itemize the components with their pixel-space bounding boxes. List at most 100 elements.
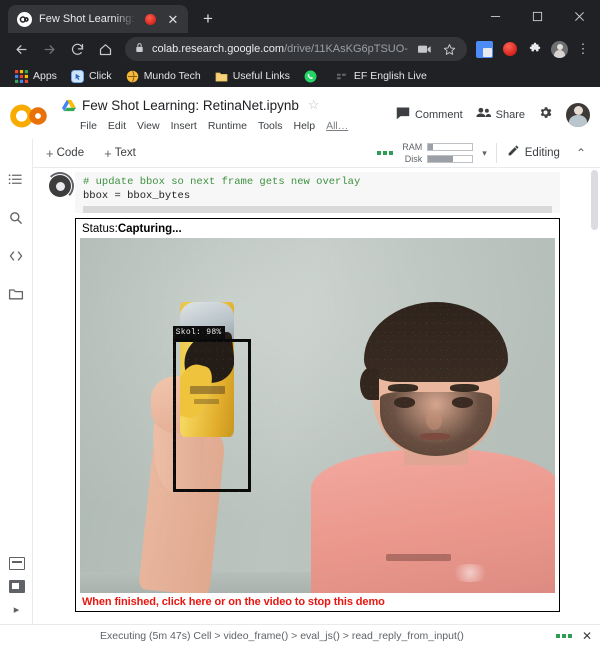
lock-icon [135,40,144,58]
person-eye-left [393,397,415,408]
translate-extension-icon[interactable] [476,40,493,58]
menu-all-changes-saved[interactable]: All… [326,120,348,132]
page-title[interactable]: Few Shot Learning: RetinaNet.ipynb [82,98,299,113]
bookmark-useful-links[interactable]: Useful Links [208,66,297,86]
extensions-row: ⋮ [476,36,592,62]
left-sidebar: ▸ [0,139,33,624]
home-icon[interactable] [92,36,118,62]
plus-icon: + [46,145,54,161]
reload-arrow-icon[interactable] [64,36,90,62]
click-icon [70,69,84,83]
stop-demo-link[interactable]: When finished, click here or on the vide… [80,593,555,609]
profile-avatar[interactable] [551,40,568,58]
browser-tab-active[interactable]: Few Shot Learning: RetinaNe ✕ [8,5,188,33]
terminal-icon[interactable] [8,580,25,593]
add-text-label: Text [114,147,136,159]
cell-run-area [45,172,75,200]
resource-meters[interactable]: RAM Disk [400,142,474,164]
resources-caret-icon[interactable]: ▾ [473,148,496,159]
menu-help[interactable]: Help [293,120,315,132]
menu-file[interactable]: File [80,120,97,132]
settings-button[interactable] [538,105,553,125]
menu-tools[interactable]: Tools [258,120,283,132]
colab-logo[interactable] [10,93,58,134]
add-text-cell-button[interactable]: + Text [94,146,146,161]
window-maximize-button[interactable] [516,0,558,32]
colab-app: Few Shot Learning: RetinaNet.ipynb ☆ Fil… [0,87,600,645]
browser-chrome: Few Shot Learning: RetinaNe ✕ + [0,0,600,87]
menu-runtime[interactable]: Runtime [208,120,247,132]
person-subject [303,274,555,593]
recording-dot-icon [145,13,156,25]
bookmarks-bar: Apps Click Mundo Tech Useful Links EF En… [0,65,600,87]
notebook-title-block: Few Shot Learning: RetinaNet.ipynb ☆ Fil… [58,93,396,132]
puzzle-extensions-icon[interactable] [526,41,543,58]
window-close-button[interactable] [558,0,600,32]
menu-insert[interactable]: Insert [171,120,197,132]
add-code-label: Code [56,147,85,159]
mundo-tech-icon [126,70,139,83]
plus-icon: + [104,145,112,161]
detection-bounding-box: Skol: 98% [172,326,251,492]
browser-menu-icon[interactable]: ⋮ [576,36,590,62]
tab-close-icon[interactable]: ✕ [165,11,181,27]
star-icon[interactable]: ☆ [308,97,320,113]
sidebar-item-search[interactable] [7,209,25,227]
execution-status: Executing (5m 47s) Cell > video_frame() … [100,629,464,642]
notebook-vertical-scrollbar[interactable] [590,168,599,624]
add-code-cell-button[interactable]: + Code [36,146,94,161]
share-button[interactable]: Share [476,106,525,124]
menu-view[interactable]: View [137,120,160,132]
person-eyebrow-right [449,384,479,392]
notebook-body: # update bbox so next frame gets new ove… [33,168,600,624]
drive-icon [62,99,76,112]
address-bar[interactable]: colab.research.google.com/drive/11KAsKG6… [125,37,467,61]
code-line: bbox = bbox_bytes [83,189,191,202]
close-status-icon[interactable]: ✕ [582,629,592,643]
editing-button[interactable]: Editing [497,144,570,162]
ram-meter-row: RAM [400,142,474,152]
sidebar-item-table-of-contents[interactable] [7,171,25,189]
cell-output: Status:Capturing... Skol: 98% When finis… [75,218,560,612]
window-controls [474,0,600,32]
bookmark-apps[interactable]: Apps [8,66,64,86]
bookmark-ef-english-live[interactable]: EF English Live [329,66,434,86]
colab-header: Few Shot Learning: RetinaNet.ipynb ☆ Fil… [0,87,600,139]
bookmark-click[interactable]: Click [64,66,119,86]
back-arrow-icon[interactable] [8,36,34,62]
bookmark-whatsapp[interactable] [297,66,329,86]
code-horizontal-scrollbar[interactable] [83,206,552,213]
red-extension-icon[interactable] [501,41,518,58]
shirt-logo [386,554,452,562]
person-hair [360,302,509,400]
status-prefix: Status: [82,223,118,235]
bookmark-mundo-tech[interactable]: Mundo Tech [119,66,208,86]
comment-button[interactable]: Comment [396,106,463,125]
account-avatar[interactable] [566,103,590,127]
code-editor[interactable]: # update bbox so next frame gets new ove… [75,172,560,213]
forward-arrow-icon[interactable] [36,36,62,62]
connected-status-icon [377,151,394,155]
bookmark-label: EF English Live [353,70,427,82]
collapse-toolbar-icon[interactable]: ⌃ [570,146,592,160]
detection-label: Skol: 98% [172,326,225,340]
disk-label: Disk [404,154,423,164]
running-spinner-icon [46,172,74,200]
window-minimize-button[interactable] [474,0,516,32]
sidebar-item-files[interactable] [7,285,25,303]
bookmark-label: Click [88,70,112,82]
new-tab-button[interactable]: + [194,5,222,33]
bookmark-label: Apps [33,70,57,82]
webcam-video-frame[interactable]: Skol: 98% [80,238,555,593]
menu-edit[interactable]: Edit [108,120,126,132]
pencil-icon [507,144,520,162]
gear-icon [538,105,553,125]
caret-icon[interactable]: ▸ [14,603,20,616]
run-cell-button[interactable] [46,172,74,200]
bookmark-star-icon[interactable] [441,41,457,57]
person-eye-right [452,397,474,408]
status-bar-right: ✕ [555,629,592,643]
cast-icon[interactable] [416,41,432,57]
panel-icon[interactable] [8,557,25,570]
sidebar-item-code-snippets[interactable] [7,247,25,265]
